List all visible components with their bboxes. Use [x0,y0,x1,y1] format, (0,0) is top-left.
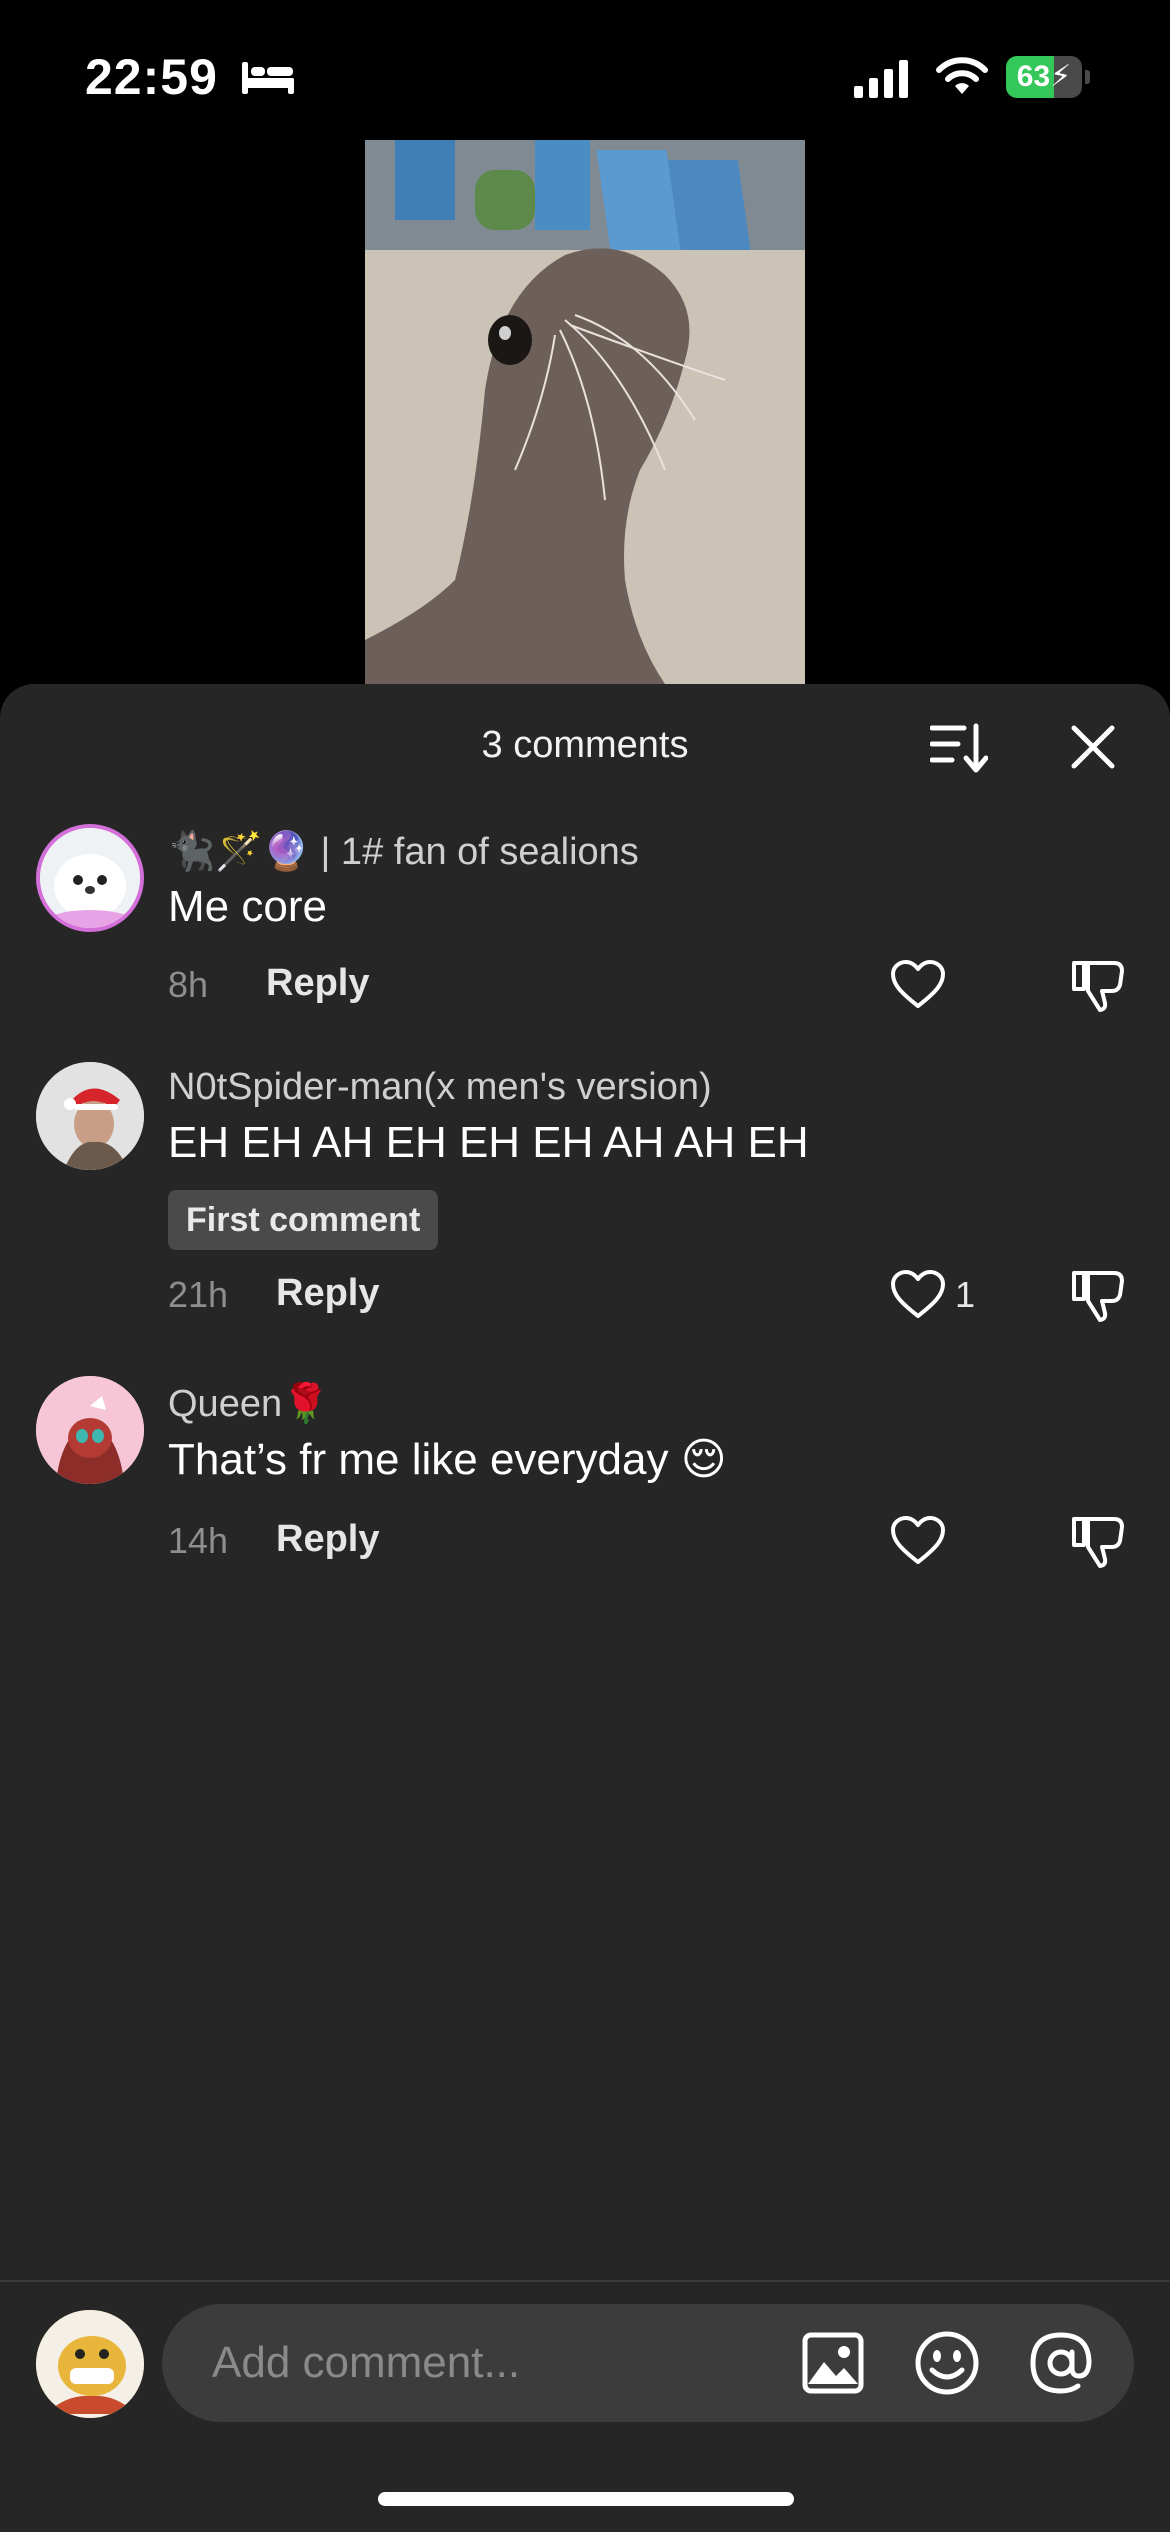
avatar[interactable] [36,1062,144,1170]
status-time: 22:59 [85,49,218,105]
first-comment-badge: First comment [168,1190,439,1250]
avatar[interactable] [36,824,144,932]
comment-username[interactable]: N0tSpider-man(x men's version) [168,1066,712,1109]
bed-icon [242,62,294,94]
comment-text: That’s fr me like everyday 😌 [168,1435,727,1484]
comment-username[interactable]: 🐈‍⬛🪄🔮 | 1# fan of sealions [168,830,639,874]
divider [0,2280,1170,2282]
comment-item[interactable]: N0tSpider-man(x men's version) EH EH AH … [0,1062,1170,1352]
video-thumbnail[interactable] [365,140,805,684]
dislike-icon[interactable] [1070,957,1126,1013]
comment-username[interactable]: Queen🌹 [168,1382,329,1426]
battery-level: 63 [1016,60,1051,93]
comment-item[interactable]: 🐈‍⬛🪄🔮 | 1# fan of sealions Me core 8h Re… [0,824,1170,1044]
sea-lion-image [365,140,805,684]
comment-time: 8h [168,964,209,1005]
like-count: 1 [955,1274,976,1315]
close-icon[interactable] [1068,722,1118,772]
reply-button[interactable]: Reply [276,1518,379,1561]
home-indicator[interactable] [378,2492,794,2506]
comment-time: 21h [168,1274,229,1315]
my-avatar[interactable] [36,2310,144,2418]
status-bar: 22:59 63⚡ [0,0,1170,140]
image-icon[interactable] [802,2332,864,2394]
comment-input[interactable] [212,2304,812,2422]
at-icon[interactable] [1028,2330,1094,2396]
comments-sheet: 3 comments 🐈‍⬛🪄🔮 | 1# fan of sealion [0,684,1170,2532]
like-heart-icon[interactable] [890,1270,946,1320]
comment-text: EH EH AH EH EH EH AH AH EH [168,1118,809,1167]
sheet-header: 3 comments [0,684,1170,804]
like-heart-icon[interactable] [890,960,946,1010]
sort-icon[interactable] [930,720,988,776]
battery-charging-icon: 63⚡ [1006,56,1090,98]
like-heart-icon[interactable] [890,1516,946,1566]
reply-button[interactable]: Reply [276,1272,379,1315]
signal-icon [854,60,908,98]
avatar[interactable] [36,1376,144,1484]
comments-count-title: 3 comments [481,724,689,766]
comment-text: Me core [168,882,327,931]
emoji-icon[interactable] [914,2330,980,2396]
dislike-icon[interactable] [1070,1267,1126,1323]
dislike-icon[interactable] [1070,1513,1126,1569]
comment-item[interactable]: Queen🌹 That’s fr me like everyday 😌 14h … [0,1376,1170,1596]
comment-input-bar[interactable] [162,2304,1134,2422]
wifi-icon [936,57,988,94]
comment-time: 14h [168,1520,229,1561]
reply-button[interactable]: Reply [266,962,369,1005]
